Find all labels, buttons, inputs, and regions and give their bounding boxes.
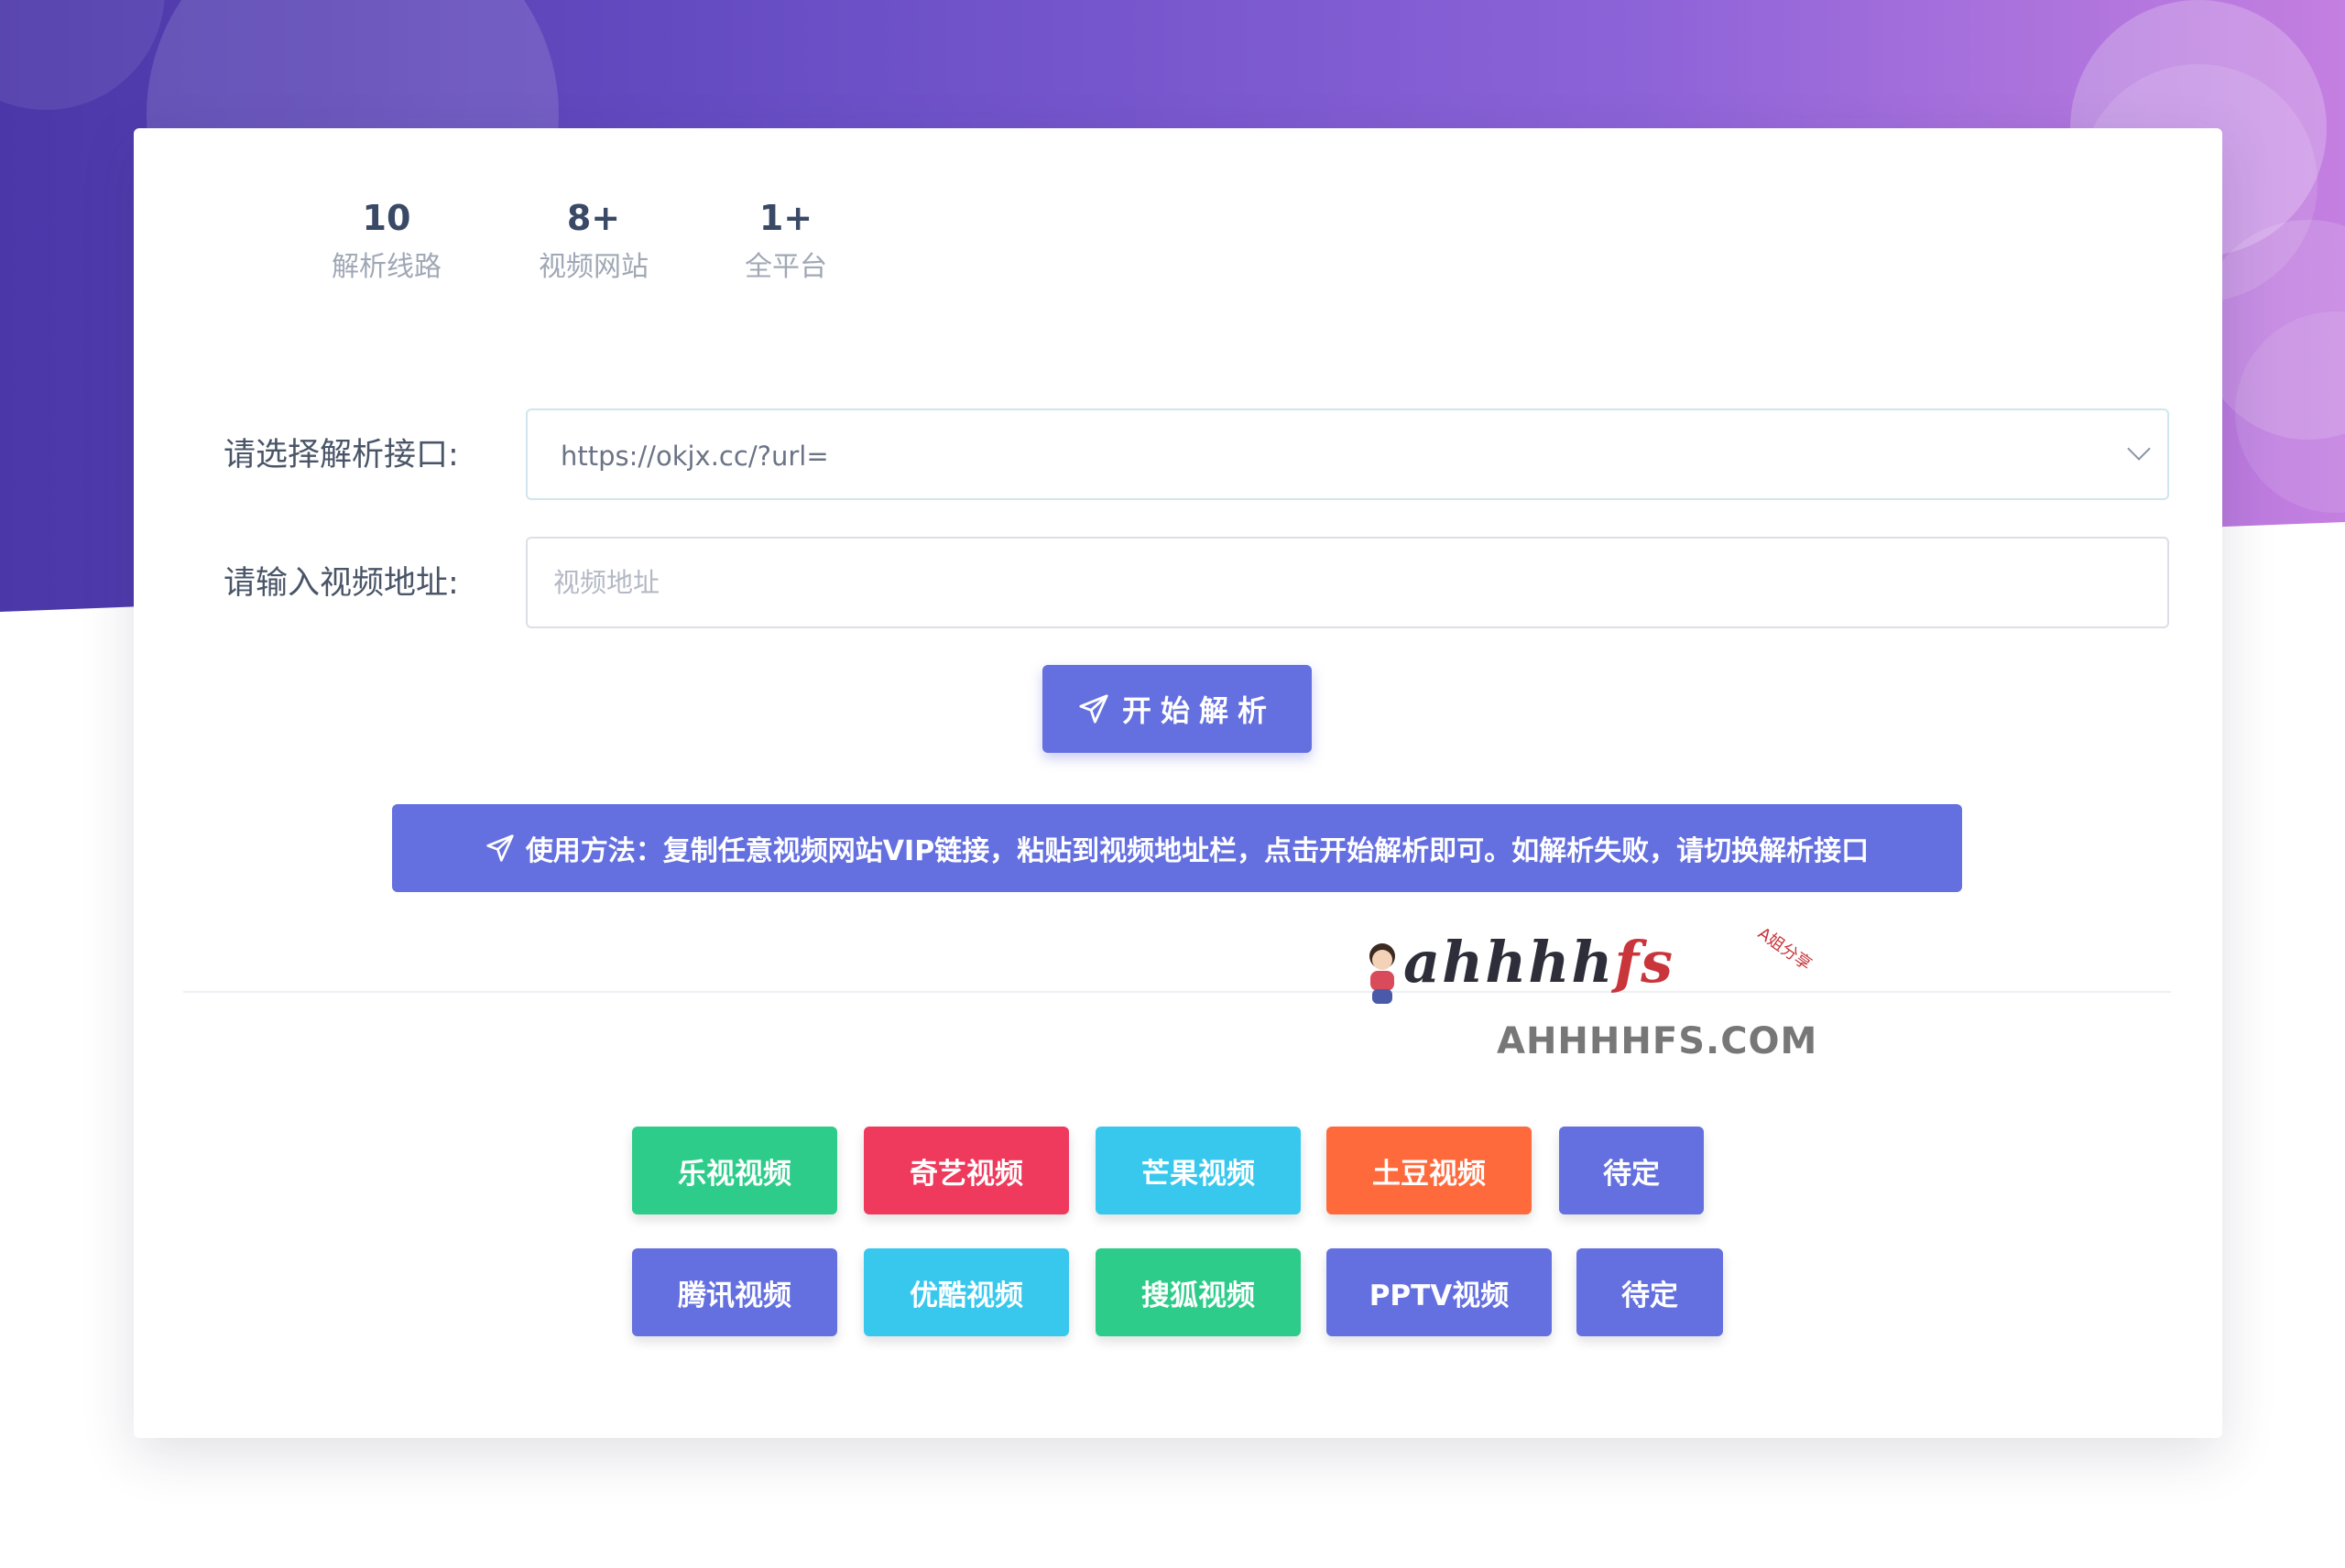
site-button-label: 芒果视频 [1141,1157,1255,1191]
stats-bar: 10 解析线路 8+ 视频网站 1+ 全平台 [134,192,1050,321]
paper-plane-icon [1079,694,1108,724]
site-button-tbd[interactable]: 待定 [1559,1127,1704,1214]
stat-sites: 8+ 视频网站 [502,192,685,289]
watermark-domain: AHHHHFS.COM [1497,1020,1818,1062]
stat-label: 解析线路 [332,251,442,283]
parser-card: 10 解析线路 8+ 视频网站 1+ 全平台 请选择解析接口: https://… [134,128,2222,1438]
watermark-script-accent: fs [1614,929,1675,996]
site-button-label: 腾讯视频 [678,1279,791,1312]
site-button-tencent[interactable]: 腾讯视频 [632,1248,837,1336]
start-parse-label: 开始解析 [1121,693,1276,728]
video-url-input[interactable] [526,537,2169,628]
stat-label: 视频网站 [539,251,649,283]
watermark-tag: A姐分享 [1754,923,1816,975]
api-select[interactable]: https://okjx.cc/?url= [526,408,2169,500]
stat-lines: 10 解析线路 [295,192,478,289]
site-button-label: 土豆视频 [1372,1157,1486,1191]
site-button-label: 搜狐视频 [1141,1279,1255,1312]
decorative-bubble [0,0,165,110]
site-button-label: 奇艺视频 [910,1157,1023,1191]
site-button-label: 待定 [1603,1157,1660,1191]
api-select-label: 请选择解析接口: [224,437,459,474]
section-divider [183,991,2171,993]
stat-value: 10 [362,198,411,238]
site-button-label: PPTV视频 [1369,1279,1510,1312]
stat-value: 1+ [758,198,813,238]
site-button-label: 待定 [1621,1279,1678,1312]
start-parse-button[interactable]: 开始解析 [1042,665,1312,753]
watermark-logo: ahhhhfs A姐分享 AHHHHFS.COM [1361,918,1816,1064]
stat-label: 全平台 [745,251,827,283]
site-button-iqiyi[interactable]: 奇艺视频 [864,1127,1069,1214]
api-select-value: https://okjx.cc/?url= [561,441,829,472]
site-button-pptv[interactable]: PPTV视频 [1326,1248,1552,1336]
site-button-tbd[interactable]: 待定 [1576,1248,1723,1336]
video-url-label: 请输入视频地址: [224,565,459,602]
watermark-script: ahhhhfs [1403,929,1674,996]
site-button-label: 乐视视频 [678,1157,791,1191]
watermark-script-main: ahhhh [1403,929,1615,996]
site-button-label: 优酷视频 [910,1279,1023,1312]
stat-platforms: 1+ 全平台 [694,192,878,289]
stat-value: 8+ [566,198,621,238]
mascot-icon [1369,943,1395,1004]
page: 10 解析线路 8+ 视频网站 1+ 全平台 请选择解析接口: https://… [0,0,2345,1568]
paper-plane-icon [486,834,514,862]
usage-notice-text: 使用方法：复制任意视频网站VIP链接，粘贴到视频地址栏，点击开始解析即可。如解析… [525,835,1870,867]
site-button-youku[interactable]: 优酷视频 [864,1248,1069,1336]
chevron-down-icon [2127,437,2151,461]
site-button-tudou[interactable]: 土豆视频 [1326,1127,1532,1214]
site-button-letv[interactable]: 乐视视频 [632,1127,837,1214]
usage-notice: 使用方法：复制任意视频网站VIP链接，粘贴到视频地址栏，点击开始解析即可。如解析… [392,804,1962,892]
site-button-mango[interactable]: 芒果视频 [1096,1127,1301,1214]
site-button-sohu[interactable]: 搜狐视频 [1096,1248,1301,1336]
